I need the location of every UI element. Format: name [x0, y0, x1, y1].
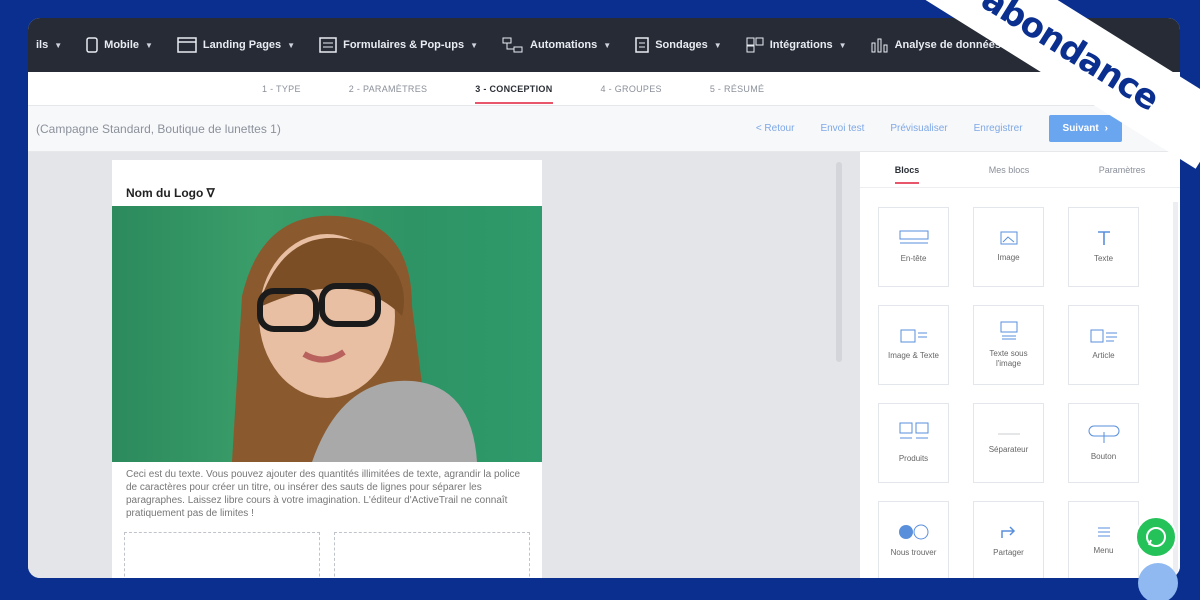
editor-toolbar: (Campagne Standard, Boutique de lunettes… — [28, 106, 1180, 152]
page-icon — [177, 37, 197, 53]
send-test-button[interactable]: Envoi test — [820, 123, 864, 134]
step-design[interactable]: 3 - CONCEPTION — [475, 78, 553, 104]
chevron-right-icon: › — [1104, 123, 1108, 134]
caret-down-icon: ▼ — [470, 40, 479, 50]
block-label: Menu — [1093, 546, 1114, 555]
next-label: Suivant — [1062, 123, 1099, 134]
text-below-image-icon — [1000, 321, 1017, 340]
app-window: ils ▼ Mobile ▼ Landing Pages ▼ Formulaires … — [28, 18, 1180, 578]
products-icon — [899, 422, 928, 439]
block-label: Texte — [1093, 254, 1114, 263]
caret-down-icon: ▼ — [287, 40, 296, 50]
nav-label: Sondages — [655, 39, 708, 51]
block-label: Nous trouver — [890, 548, 937, 557]
next-button[interactable]: Suivant › — [1048, 115, 1122, 142]
block-image[interactable]: Image — [973, 207, 1044, 287]
block-divider[interactable]: Séparateur — [973, 403, 1044, 483]
nav-item-forms[interactable]: Formulaires & Pop-ups ▼ — [319, 37, 478, 53]
product-slot-1[interactable] — [124, 532, 320, 578]
caret-down-icon: ▼ — [54, 40, 63, 50]
nav-label: Analyse de données — [894, 39, 1001, 51]
share-icon — [1000, 526, 1015, 538]
integrations-icon — [746, 37, 764, 53]
step-groups[interactable]: 4 - GROUPES — [601, 78, 662, 100]
nav-item-tools[interactable]: ils ▼ — [36, 39, 62, 51]
blocks-panel: Blocs Mes blocs Paramètres En-tête Image… — [860, 152, 1180, 578]
block-products[interactable]: Produits — [878, 403, 949, 483]
campaign-title: (Campagne Standard, Boutique de lunettes… — [36, 121, 281, 136]
form-icon — [319, 37, 337, 53]
nav-item-automations[interactable]: Automations ▼ — [502, 37, 611, 53]
body-text[interactable]: Ceci est du texte. Vous pouvez ajouter d… — [126, 468, 526, 520]
email-canvas: Nom du Logo ∇ Ceci est du texte. Vous po… — [28, 152, 860, 578]
social-icon — [898, 524, 928, 540]
nav-label: Landing Pages — [202, 39, 282, 51]
save-button[interactable]: Enregistrer — [974, 123, 1023, 134]
caret-down-icon: ▼ — [713, 40, 722, 50]
nav-label: Intégrations — [769, 39, 833, 51]
header-icon — [899, 230, 928, 244]
block-share[interactable]: Partager — [973, 501, 1044, 578]
caret-down-icon: ▼ — [145, 40, 153, 50]
caret-down-icon: ▼ — [603, 40, 612, 50]
block-article[interactable]: Article — [1068, 305, 1139, 385]
whatsapp-icon — [1146, 527, 1166, 547]
automation-icon — [502, 37, 523, 53]
back-button[interactable]: < Retour — [756, 123, 795, 134]
block-image-text[interactable]: Image & Texte — [878, 305, 949, 385]
tab-my-blocks[interactable]: Mes blocs — [989, 159, 1030, 181]
block-label: Produits — [898, 454, 929, 463]
block-label: Article — [1092, 351, 1115, 360]
chat-button[interactable] — [1138, 563, 1178, 600]
block-label: Image — [997, 253, 1020, 262]
step-type[interactable]: 1 - TYPE — [262, 78, 301, 100]
block-header[interactable]: En-tête — [878, 207, 949, 287]
preview-button[interactable]: Prévisualiser — [890, 123, 947, 134]
nav-label: Automations — [530, 39, 598, 51]
block-label: En-tête — [900, 254, 927, 263]
nav-item-surveys[interactable]: Sondages ▼ — [635, 37, 722, 53]
step-summary[interactable]: 5 - RÉSUMÉ — [710, 78, 765, 100]
nav-label: ils — [36, 39, 49, 51]
survey-icon — [635, 37, 649, 53]
nav-label: Mobile — [104, 39, 139, 51]
nav-item-landing-pages[interactable]: Landing Pages ▼ — [177, 37, 295, 53]
block-menu[interactable]: Menu — [1068, 501, 1139, 578]
block-label: Bouton — [1090, 452, 1117, 461]
block-text-below-image[interactable]: Texte sous l'image — [973, 305, 1044, 385]
product-slot-2[interactable] — [334, 532, 530, 578]
mobile-icon — [86, 37, 98, 53]
portrait-illustration — [232, 215, 477, 462]
block-social[interactable]: Nous trouver — [878, 501, 949, 578]
panel-scrollbar[interactable] — [1173, 202, 1178, 578]
block-label: Séparateur — [988, 445, 1029, 454]
block-label: Texte sous l'image — [989, 349, 1028, 368]
menu-icon — [1097, 527, 1110, 537]
caret-down-icon: ▼ — [838, 40, 847, 50]
tab-settings[interactable]: Paramètres — [1099, 159, 1146, 181]
article-icon — [1090, 329, 1117, 343]
nav-item-integrations[interactable]: Intégrations ▼ — [746, 37, 847, 53]
nav-label: Formulaires & Pop-ups — [343, 39, 465, 51]
block-text[interactable]: Texte — [1068, 207, 1139, 287]
logo-placeholder[interactable]: Nom du Logo ∇ — [126, 186, 215, 200]
hero-image[interactable] — [112, 206, 542, 462]
image-icon — [1000, 231, 1017, 245]
step-parameters[interactable]: 2 - PARAMÈTRES — [349, 78, 428, 100]
canvas-scrollbar[interactable] — [836, 162, 842, 362]
block-label: Image & Texte — [888, 351, 939, 360]
divider-icon — [997, 433, 1020, 435]
block-label: Partager — [993, 548, 1024, 557]
whatsapp-button[interactable] — [1135, 516, 1177, 558]
chart-icon — [871, 38, 888, 53]
block-button[interactable]: Bouton — [1068, 403, 1139, 483]
nav-item-mobile[interactable]: Mobile ▼ — [86, 37, 153, 53]
text-icon — [1097, 231, 1110, 245]
button-icon — [1088, 425, 1119, 443]
wizard-steps: 1 - TYPE 2 - PARAMÈTRES 3 - CONCEPTION 4… — [28, 72, 1180, 106]
tab-blocks[interactable]: Blocs — [894, 159, 919, 184]
image-text-icon — [900, 329, 927, 343]
email-preview[interactable]: Nom du Logo ∇ Ceci est du texte. Vous po… — [112, 160, 542, 578]
